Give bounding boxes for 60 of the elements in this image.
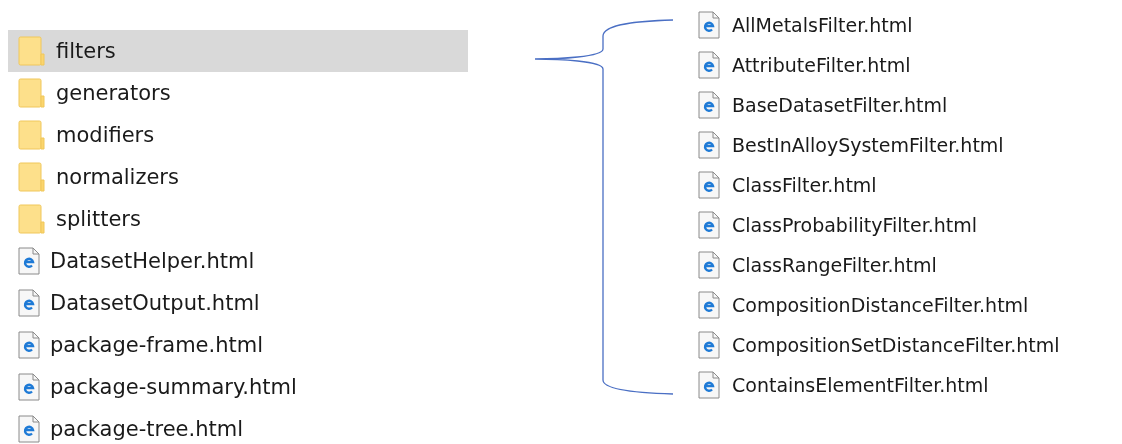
file-name: ClassFilter.html	[732, 174, 877, 196]
web-page-file-icon	[698, 251, 720, 279]
file-item[interactable]: ClassRangeFilter.html	[686, 245, 1060, 285]
file-name: BaseDatasetFilter.html	[732, 94, 948, 116]
web-page-file-icon	[18, 331, 40, 359]
file-name: normalizers	[56, 165, 179, 189]
folder-item[interactable]: modifiers	[8, 114, 468, 156]
folder-icon	[18, 36, 46, 66]
web-page-file-icon	[18, 289, 40, 317]
file-item[interactable]: AttributeFilter.html	[686, 45, 1060, 85]
web-page-file-icon	[18, 415, 40, 443]
web-page-file-icon	[698, 51, 720, 79]
file-name: ClassProbabilityFilter.html	[732, 214, 978, 236]
file-item[interactable]: package-summary.html	[8, 366, 468, 408]
file-item[interactable]: ClassFilter.html	[686, 165, 1060, 205]
web-page-file-icon	[698, 171, 720, 199]
file-item[interactable]: ContainsElementFilter.html	[686, 365, 1060, 405]
file-name: package-summary.html	[50, 375, 297, 399]
folder-item[interactable]: normalizers	[8, 156, 468, 198]
file-name: package-tree.html	[50, 417, 243, 441]
web-page-file-icon	[698, 11, 720, 39]
web-page-file-icon	[698, 291, 720, 319]
web-page-file-icon	[698, 91, 720, 119]
file-name: filters	[56, 39, 116, 63]
file-item[interactable]: package-frame.html	[8, 324, 468, 366]
file-item[interactable]: ClassProbabilityFilter.html	[686, 205, 1060, 245]
file-name: ClassRangeFilter.html	[732, 254, 937, 276]
folder-icon	[18, 120, 46, 150]
folder-item[interactable]: generators	[8, 72, 468, 114]
file-name: splitters	[56, 207, 141, 231]
file-name: DatasetHelper.html	[50, 249, 255, 273]
folder-icon	[18, 162, 46, 192]
folder-item[interactable]: splitters	[8, 198, 468, 240]
web-page-file-icon	[698, 211, 720, 239]
file-name: generators	[56, 81, 171, 105]
folder-icon	[18, 204, 46, 234]
file-name: AttributeFilter.html	[732, 54, 911, 76]
file-item[interactable]: CompositionDistanceFilter.html	[686, 285, 1060, 325]
file-name: BestInAlloySystemFilter.html	[732, 134, 1004, 156]
file-item[interactable]: package-tree.html	[8, 408, 468, 444]
file-item[interactable]: DatasetHelper.html	[8, 240, 468, 282]
web-page-file-icon	[698, 371, 720, 399]
file-name: DatasetOutput.html	[50, 291, 260, 315]
web-page-file-icon	[18, 373, 40, 401]
web-page-file-icon	[698, 131, 720, 159]
file-item[interactable]: CompositionSetDistanceFilter.html	[686, 325, 1060, 365]
file-item[interactable]: DatasetOutput.html	[8, 282, 468, 324]
file-name: CompositionSetDistanceFilter.html	[732, 334, 1060, 356]
folder-icon	[18, 78, 46, 108]
web-page-file-icon	[18, 247, 40, 275]
web-page-file-icon	[698, 331, 720, 359]
file-item[interactable]: BaseDatasetFilter.html	[686, 85, 1060, 125]
folder-item[interactable]: filters	[8, 30, 468, 72]
file-name: package-frame.html	[50, 333, 263, 357]
file-name: modifiers	[56, 123, 155, 147]
file-item[interactable]: BestInAlloySystemFilter.html	[686, 125, 1060, 165]
file-name: ContainsElementFilter.html	[732, 374, 989, 396]
file-name: CompositionDistanceFilter.html	[732, 294, 1029, 316]
file-item[interactable]: AllMetalsFilter.html	[686, 5, 1060, 45]
file-name: AllMetalsFilter.html	[732, 14, 913, 36]
